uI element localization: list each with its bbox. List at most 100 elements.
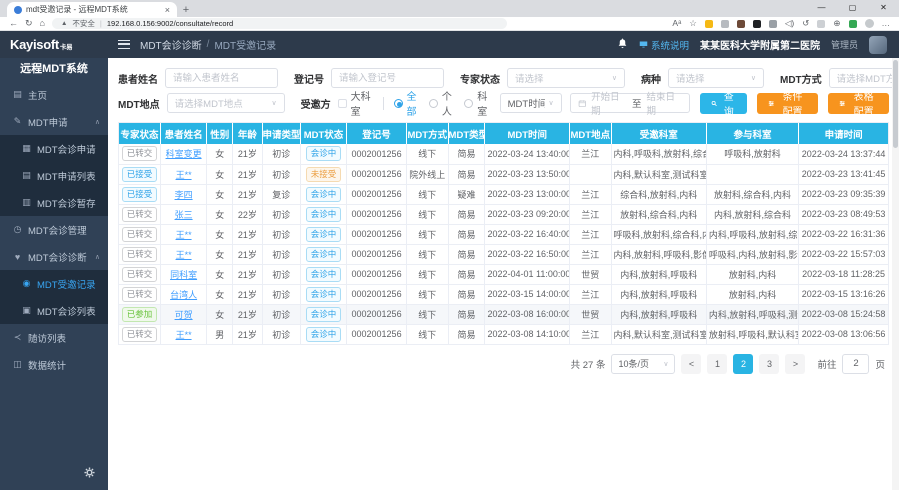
patient-name-link[interactable]: 王** xyxy=(176,230,192,240)
mdt-time-cell: 2022-03-15 14:00:00 xyxy=(485,284,570,304)
patient-name-link[interactable]: 张三 xyxy=(175,210,193,220)
chevron-down-icon: ∨ xyxy=(663,360,668,368)
window-maximize-button[interactable]: ▢ xyxy=(837,0,868,15)
sidebar-item-MDT会诊管理[interactable]: ◷MDT会诊管理 xyxy=(0,216,108,243)
menu-dots-icon[interactable]: … xyxy=(882,19,891,28)
patient-name-link[interactable]: 科室变更 xyxy=(166,149,202,159)
dept-group-checkbox-label: 大科室 xyxy=(351,88,373,118)
joined-depts-cell: 放射科,呼吸科,默认科室,测... xyxy=(706,324,798,344)
read-aloud-icon[interactable]: Aᵃ xyxy=(672,19,681,28)
bell-icon[interactable] xyxy=(617,36,628,54)
url-field[interactable]: ▲ 不安全 | 192.168.0.156:9002/consultate/re… xyxy=(52,18,507,29)
split-screen-icon[interactable] xyxy=(817,20,825,28)
sidebar-item-随访列表[interactable]: ≺随访列表 xyxy=(0,324,108,351)
browser-window: mdt受邀记录 - 远程MDT系统 × + — ▢ ✕ ← ↻ ⌂ ▲ 不安全 … xyxy=(0,0,899,490)
extension-icon[interactable] xyxy=(705,20,713,28)
extension-icon[interactable] xyxy=(721,20,729,28)
extension-icon[interactable] xyxy=(737,20,745,28)
extension-icon[interactable] xyxy=(753,20,761,28)
age-cell: 21岁 xyxy=(233,244,262,264)
apply-type-cell: 初诊 xyxy=(262,164,300,184)
mdt-status-badge: 会诊中 xyxy=(306,207,342,222)
system-help-link[interactable]: 系统说明 xyxy=(639,38,689,52)
date-range-picker[interactable]: 开始日期 至 结束日期 xyxy=(570,93,691,113)
sidebar-item-MDT会诊诊断[interactable]: ♥MDT会诊诊断∧ xyxy=(0,243,108,270)
patient-name-link[interactable]: 台湾人 xyxy=(170,290,197,300)
expert-status-select[interactable]: 请选择 ∨ xyxy=(507,68,625,88)
sidebar-item-MDT申请[interactable]: ✎MDT申请∧ xyxy=(0,108,108,135)
next-page-button[interactable]: > xyxy=(785,354,805,374)
back-icon[interactable]: ← xyxy=(9,19,18,28)
column-header: 性别 xyxy=(207,123,233,144)
page-button-3[interactable]: 3 xyxy=(759,354,779,374)
condition-config-button[interactable]: 条件配置 xyxy=(757,93,818,114)
home-icon[interactable]: ⌂ xyxy=(40,19,45,28)
extension-icon[interactable] xyxy=(769,20,777,28)
sidebar-item-数据统计[interactable]: ◫数据统计 xyxy=(0,351,108,378)
sidebar-item-MDT会诊列表[interactable]: ▣MDT会诊列表 xyxy=(0,297,108,324)
window-minimize-button[interactable]: — xyxy=(806,0,837,15)
table-config-button[interactable]: 表格配置 xyxy=(828,93,889,114)
extension-icon[interactable] xyxy=(849,20,857,28)
user-avatar[interactable] xyxy=(869,36,887,54)
invited-depts-cell: 内科,默认科室,测试科室,放射科 xyxy=(611,164,706,184)
sidebar-item-MDT会诊申请[interactable]: ▦MDT会诊申请 xyxy=(0,135,108,162)
scrollbar-thumb[interactable] xyxy=(893,60,898,148)
scrollbar[interactable] xyxy=(892,58,899,490)
patient-name-link[interactable]: 王** xyxy=(176,330,192,340)
new-tab-button[interactable]: + xyxy=(177,2,195,17)
tab-close-icon[interactable]: × xyxy=(165,5,170,15)
mdt-status-badge-container: 会诊中 xyxy=(300,204,346,224)
refresh-icon[interactable]: ↻ xyxy=(25,19,33,28)
sidebar-collapse-icon[interactable] xyxy=(118,40,130,49)
patient-name-link[interactable]: 可贺 xyxy=(175,310,193,320)
page-button-2[interactable]: 2 xyxy=(733,354,753,374)
chevron-up-icon: ∧ xyxy=(95,118,100,126)
expert-status-badge: 已接受 xyxy=(122,187,158,202)
radio-all[interactable]: 全部 xyxy=(394,88,418,118)
time-type-select[interactable]: MDT时间 ∨ xyxy=(500,93,562,113)
page-size-select[interactable]: 10条/页 ∨ xyxy=(611,354,675,374)
goto-page-input[interactable] xyxy=(842,354,869,374)
patient-name-link[interactable]: 同科室 xyxy=(170,270,197,280)
radio-personal[interactable]: 个人 xyxy=(429,88,453,118)
goto-label: 前往 xyxy=(817,357,836,371)
mdt-status-badge-container: 会诊中 xyxy=(300,264,346,284)
disease-select[interactable]: 请选择 ∨ xyxy=(668,68,764,88)
sidebar-item-主页[interactable]: ▤主页 xyxy=(0,81,108,108)
favorite-star-icon[interactable]: ☆ xyxy=(689,19,697,28)
settings-gear-icon[interactable] xyxy=(84,465,95,483)
mdt-type-cell: 简易 xyxy=(448,324,485,344)
sidebar-nav: ▤主页✎MDT申请∧▦MDT会诊申请▤MDT申请列表▥MDT会诊暂存◷MDT会诊… xyxy=(0,81,108,378)
patient-name-link[interactable]: 王** xyxy=(176,250,192,260)
browser-essentials-icon[interactable]: ⊕ xyxy=(833,19,840,28)
browser-tab[interactable]: mdt受邀记录 - 远程MDT系统 × xyxy=(7,2,177,17)
dept-group-checkbox[interactable] xyxy=(338,99,347,108)
search-button[interactable]: 查询 xyxy=(700,93,746,114)
table-body: 已转交科室变更女21岁初诊会诊中0002001256线下简易2022-03-24… xyxy=(119,144,888,344)
register-no-input[interactable] xyxy=(331,68,444,88)
sidebar-item-MDT申请列表[interactable]: ▤MDT申请列表 xyxy=(0,162,108,189)
patient-name-link[interactable]: 王** xyxy=(176,170,192,180)
sliders-icon xyxy=(839,99,845,108)
mdt-way-select[interactable]: 请选择MDT方式 ∨ xyxy=(829,68,899,88)
sliders-icon xyxy=(768,99,774,108)
history-icon[interactable]: ↺ xyxy=(802,19,809,28)
radio-dept[interactable]: 科室 xyxy=(464,88,488,118)
browser-profile-avatar[interactable] xyxy=(865,19,874,28)
sidebar-item-MDT受邀记录[interactable]: ◉MDT受邀记录 xyxy=(0,270,108,297)
patient-name-link[interactable]: 李四 xyxy=(175,190,193,200)
sidebar-item-MDT会诊暂存[interactable]: ▥MDT会诊暂存 xyxy=(0,189,108,216)
patient-name-input[interactable] xyxy=(165,68,278,88)
mute-icon[interactable]: ◁) xyxy=(785,19,794,28)
invited-depts-cell: 内科,放射科,呼吸科 xyxy=(611,284,706,304)
window-close-button[interactable]: ✕ xyxy=(868,0,899,15)
mdt-place-cell: 兰江 xyxy=(570,324,612,344)
page-button-1[interactable]: 1 xyxy=(707,354,727,374)
apply-type-cell: 初诊 xyxy=(262,144,300,164)
register-no-cell: 0002001256 xyxy=(347,204,407,224)
joined-depts-cell: 内科,放射科,呼吸科,测试科室 xyxy=(706,304,798,324)
expert-status-badge: 已转交 xyxy=(122,327,158,342)
mdt-place-select[interactable]: 请选择MDT地点 ∨ xyxy=(167,93,285,113)
prev-page-button[interactable]: < xyxy=(681,354,701,374)
